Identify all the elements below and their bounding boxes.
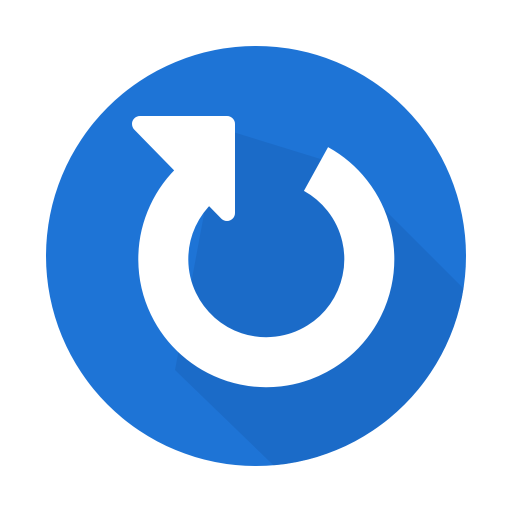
app-icon	[0, 0, 512, 512]
refresh-icon	[46, 46, 466, 466]
